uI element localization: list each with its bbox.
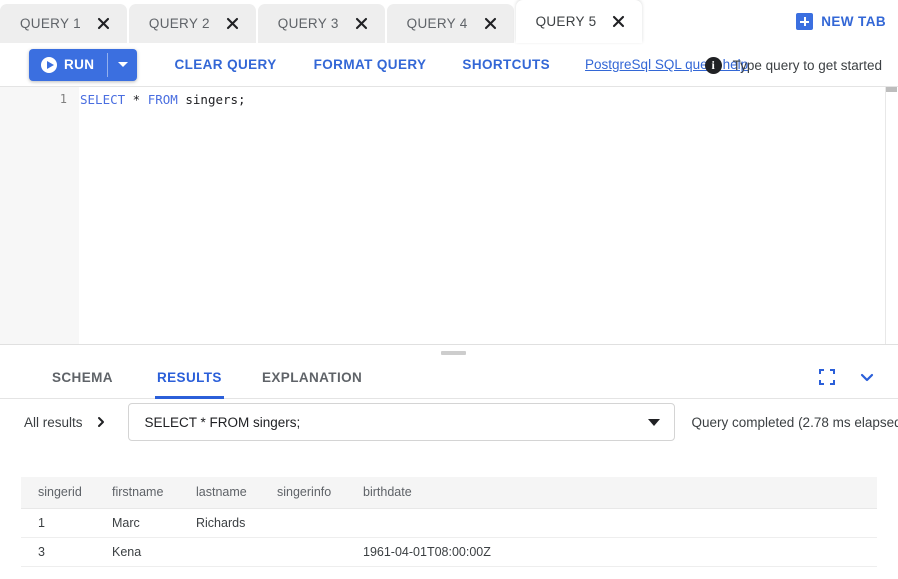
tab-schema[interactable]: SCHEMA: [52, 355, 113, 399]
close-icon[interactable]: [353, 15, 370, 32]
table-row: 3Kena 1961-04-01T08:00:00Z: [21, 537, 877, 566]
editor-line-number: 1: [60, 92, 67, 106]
code-token-plain: *: [125, 92, 148, 107]
run-button-label: RUN: [64, 57, 94, 72]
chevron-right-icon: [95, 416, 107, 428]
shortcuts-button[interactable]: SHORTCUTS: [462, 57, 550, 72]
code-token-keyword: FROM: [148, 92, 178, 107]
tab-explanation[interactable]: EXPLANATION: [262, 355, 362, 399]
chevron-down-icon: [858, 368, 876, 386]
table-cell-lastname: [179, 537, 260, 566]
table-row: 1MarcRichards: [21, 508, 877, 537]
caret-down-icon: [648, 419, 660, 426]
format-query-button[interactable]: FORMAT QUERY: [314, 57, 427, 72]
column-header-birthdate[interactable]: birthdate: [346, 477, 877, 508]
query-tab-label: QUERY 5: [536, 14, 597, 29]
results-table-wrapper: singeridfirstnamelastnamesingerinfobirth…: [21, 477, 877, 567]
result-query-select-value: SELECT * FROM singers;: [145, 415, 648, 430]
editor-scrollbar-thumb[interactable]: [886, 87, 897, 92]
editor-right-divider: [885, 87, 886, 344]
sql-editor[interactable]: 1 SELECT * FROM singers;: [0, 87, 898, 344]
column-header-singerid[interactable]: singerid: [21, 477, 95, 508]
new-tab-label: NEW TAB: [821, 14, 886, 29]
close-icon[interactable]: [224, 15, 241, 32]
query-tab-4[interactable]: QUERY 4: [387, 4, 514, 43]
query-tab-label: QUERY 4: [407, 16, 468, 31]
table-cell-singerid: 3: [21, 537, 95, 566]
query-tab-strip: QUERY 1 QUERY 2 QUERY 3 QUERY 4 QUERY 5: [0, 0, 642, 43]
breadcrumb-all-results: All results: [24, 415, 83, 430]
plus-square-icon: [796, 13, 813, 30]
query-status-text: Query completed (2.78 ms elapsed): [692, 415, 898, 430]
caret-down-icon: [118, 62, 128, 67]
table-cell-birthdate: 1961-04-01T08:00:00Z: [346, 537, 877, 566]
code-token-keyword: SELECT: [80, 92, 125, 107]
table-cell-singerid: 1: [21, 508, 95, 537]
table-cell-singerinfo: [260, 537, 346, 566]
results-table-header-row: singeridfirstnamelastnamesingerinfobirth…: [21, 477, 877, 508]
run-button[interactable]: RUN: [29, 49, 137, 81]
result-query-select[interactable]: SELECT * FROM singers;: [128, 403, 675, 441]
query-tab-5[interactable]: QUERY 5: [516, 0, 643, 43]
table-cell-firstname: Marc: [95, 508, 179, 537]
breadcrumb[interactable]: All results: [24, 415, 107, 430]
collapse-panel-button[interactable]: [852, 362, 882, 392]
column-header-firstname[interactable]: firstname: [95, 477, 179, 508]
query-tab-label: QUERY 1: [20, 16, 81, 31]
results-table: singeridfirstnamelastnamesingerinfobirth…: [21, 477, 877, 567]
results-controls: All results SELECT * FROM singers; Query…: [0, 399, 898, 445]
new-tab-button[interactable]: NEW TAB: [796, 8, 886, 35]
results-table-head: singeridfirstnamelastnamesingerinfobirth…: [21, 477, 877, 508]
query-toolbar: RUN CLEAR QUERY FORMAT QUERY SHORTCUTS P…: [0, 43, 898, 87]
code-token-plain: singers;: [178, 92, 246, 107]
close-icon[interactable]: [482, 15, 499, 32]
table-cell-firstname: Kena: [95, 537, 179, 566]
run-options-button[interactable]: [108, 49, 137, 81]
play-circle-icon: [41, 57, 57, 73]
fullscreen-button[interactable]: [812, 362, 842, 392]
query-tab-label: QUERY 3: [278, 16, 339, 31]
tab-results[interactable]: RESULTS: [155, 355, 224, 399]
table-cell-birthdate: [346, 508, 877, 537]
query-tab-label: QUERY 2: [149, 16, 210, 31]
results-panel-actions: [812, 355, 882, 399]
table-cell-lastname: Richards: [179, 508, 260, 537]
column-header-lastname[interactable]: lastname: [179, 477, 260, 508]
query-tab-1[interactable]: QUERY 1: [0, 4, 127, 43]
sql-query-workspace: QUERY 1 QUERY 2 QUERY 3 QUERY 4 QUERY 5 NEW …: [0, 0, 898, 579]
info-icon: i: [705, 57, 722, 74]
table-cell-singerinfo: [260, 508, 346, 537]
results-panel-tabs: SCHEMA RESULTS EXPLANATION: [0, 355, 898, 399]
panel-splitter: [0, 344, 898, 355]
editor-gutter: 1: [0, 87, 79, 344]
run-button-main[interactable]: RUN: [29, 49, 107, 81]
close-icon[interactable]: [95, 15, 112, 32]
query-tab-3[interactable]: QUERY 3: [258, 4, 385, 43]
query-tab-2[interactable]: QUERY 2: [129, 4, 256, 43]
clear-query-button[interactable]: CLEAR QUERY: [174, 57, 276, 72]
toolbar-status-text: Type query to get started: [733, 58, 882, 73]
fullscreen-icon: [818, 368, 836, 386]
editor-code-line[interactable]: SELECT * FROM singers;: [79, 92, 246, 107]
column-header-singerinfo[interactable]: singerinfo: [260, 477, 346, 508]
results-table-body: 1MarcRichards3Kena1961-04-01T08:00:00Z: [21, 508, 877, 566]
query-tab-bar: QUERY 1 QUERY 2 QUERY 3 QUERY 4 QUERY 5 NEW …: [0, 0, 898, 43]
close-icon[interactable]: [610, 13, 627, 30]
toolbar-status: i Type query to get started: [705, 43, 882, 87]
